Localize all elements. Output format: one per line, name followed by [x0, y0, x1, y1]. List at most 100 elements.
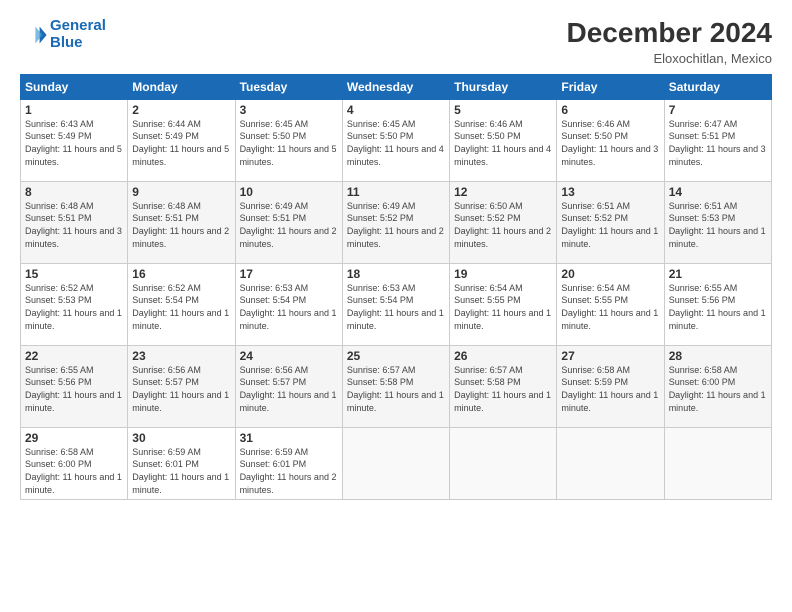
day-info: Sunrise: 6:55 AMSunset: 5:56 PMDaylight:… — [669, 282, 767, 332]
day-number: 20 — [561, 267, 659, 281]
day-number: 26 — [454, 349, 552, 363]
day-number: 15 — [25, 267, 123, 281]
calendar-week-row: 1Sunrise: 6:43 AMSunset: 5:49 PMDaylight… — [21, 99, 772, 181]
day-number: 6 — [561, 103, 659, 117]
day-info: Sunrise: 6:49 AMSunset: 5:51 PMDaylight:… — [240, 200, 338, 250]
calendar-cell: 27Sunrise: 6:58 AMSunset: 5:59 PMDayligh… — [557, 345, 664, 427]
calendar-cell: 15Sunrise: 6:52 AMSunset: 5:53 PMDayligh… — [21, 263, 128, 345]
day-number: 22 — [25, 349, 123, 363]
column-header-friday: Friday — [557, 74, 664, 99]
day-info: Sunrise: 6:57 AMSunset: 5:58 PMDaylight:… — [454, 364, 552, 414]
calendar-cell: 26Sunrise: 6:57 AMSunset: 5:58 PMDayligh… — [450, 345, 557, 427]
day-number: 11 — [347, 185, 445, 199]
day-number: 17 — [240, 267, 338, 281]
column-header-thursday: Thursday — [450, 74, 557, 99]
logo-line1: General — [50, 17, 106, 34]
calendar-header-row: SundayMondayTuesdayWednesdayThursdayFrid… — [21, 74, 772, 99]
calendar-cell — [450, 427, 557, 499]
day-info: Sunrise: 6:51 AMSunset: 5:53 PMDaylight:… — [669, 200, 767, 250]
day-info: Sunrise: 6:43 AMSunset: 5:49 PMDaylight:… — [25, 118, 123, 168]
day-info: Sunrise: 6:56 AMSunset: 5:57 PMDaylight:… — [132, 364, 230, 414]
calendar-cell: 4Sunrise: 6:45 AMSunset: 5:50 PMDaylight… — [342, 99, 449, 181]
day-info: Sunrise: 6:54 AMSunset: 5:55 PMDaylight:… — [561, 282, 659, 332]
day-number: 3 — [240, 103, 338, 117]
day-number: 10 — [240, 185, 338, 199]
calendar-cell: 5Sunrise: 6:46 AMSunset: 5:50 PMDaylight… — [450, 99, 557, 181]
day-info: Sunrise: 6:58 AMSunset: 6:00 PMDaylight:… — [669, 364, 767, 414]
day-number: 18 — [347, 267, 445, 281]
calendar-cell: 13Sunrise: 6:51 AMSunset: 5:52 PMDayligh… — [557, 181, 664, 263]
page: General Blue December 2024 Eloxochitlan,… — [0, 0, 792, 612]
day-info: Sunrise: 6:58 AMSunset: 6:00 PMDaylight:… — [25, 446, 123, 496]
calendar-cell: 3Sunrise: 6:45 AMSunset: 5:50 PMDaylight… — [235, 99, 342, 181]
day-number: 31 — [240, 431, 338, 445]
calendar-week-row: 29Sunrise: 6:58 AMSunset: 6:00 PMDayligh… — [21, 427, 772, 499]
calendar-cell — [664, 427, 771, 499]
calendar-cell: 24Sunrise: 6:56 AMSunset: 5:57 PMDayligh… — [235, 345, 342, 427]
calendar-cell: 2Sunrise: 6:44 AMSunset: 5:49 PMDaylight… — [128, 99, 235, 181]
calendar-cell: 8Sunrise: 6:48 AMSunset: 5:51 PMDaylight… — [21, 181, 128, 263]
day-info: Sunrise: 6:56 AMSunset: 5:57 PMDaylight:… — [240, 364, 338, 414]
calendar-cell: 21Sunrise: 6:55 AMSunset: 5:56 PMDayligh… — [664, 263, 771, 345]
calendar-cell: 30Sunrise: 6:59 AMSunset: 6:01 PMDayligh… — [128, 427, 235, 499]
title-block: December 2024 Eloxochitlan, Mexico — [567, 18, 772, 66]
day-number: 25 — [347, 349, 445, 363]
logo-icon — [20, 21, 48, 49]
column-header-monday: Monday — [128, 74, 235, 99]
calendar-cell: 10Sunrise: 6:49 AMSunset: 5:51 PMDayligh… — [235, 181, 342, 263]
day-info: Sunrise: 6:54 AMSunset: 5:55 PMDaylight:… — [454, 282, 552, 332]
day-number: 28 — [669, 349, 767, 363]
calendar-cell: 16Sunrise: 6:52 AMSunset: 5:54 PMDayligh… — [128, 263, 235, 345]
day-info: Sunrise: 6:48 AMSunset: 5:51 PMDaylight:… — [132, 200, 230, 250]
day-info: Sunrise: 6:51 AMSunset: 5:52 PMDaylight:… — [561, 200, 659, 250]
day-info: Sunrise: 6:58 AMSunset: 5:59 PMDaylight:… — [561, 364, 659, 414]
day-info: Sunrise: 6:49 AMSunset: 5:52 PMDaylight:… — [347, 200, 445, 250]
day-info: Sunrise: 6:53 AMSunset: 5:54 PMDaylight:… — [240, 282, 338, 332]
calendar-cell — [342, 427, 449, 499]
day-number: 2 — [132, 103, 230, 117]
column-header-saturday: Saturday — [664, 74, 771, 99]
day-info: Sunrise: 6:55 AMSunset: 5:56 PMDaylight:… — [25, 364, 123, 414]
day-info: Sunrise: 6:57 AMSunset: 5:58 PMDaylight:… — [347, 364, 445, 414]
day-number: 27 — [561, 349, 659, 363]
day-info: Sunrise: 6:45 AMSunset: 5:50 PMDaylight:… — [347, 118, 445, 168]
day-number: 29 — [25, 431, 123, 445]
day-info: Sunrise: 6:52 AMSunset: 5:53 PMDaylight:… — [25, 282, 123, 332]
calendar-cell: 9Sunrise: 6:48 AMSunset: 5:51 PMDaylight… — [128, 181, 235, 263]
calendar-cell: 23Sunrise: 6:56 AMSunset: 5:57 PMDayligh… — [128, 345, 235, 427]
calendar-cell: 22Sunrise: 6:55 AMSunset: 5:56 PMDayligh… — [21, 345, 128, 427]
day-info: Sunrise: 6:59 AMSunset: 6:01 PMDaylight:… — [132, 446, 230, 496]
calendar-cell: 20Sunrise: 6:54 AMSunset: 5:55 PMDayligh… — [557, 263, 664, 345]
day-info: Sunrise: 6:47 AMSunset: 5:51 PMDaylight:… — [669, 118, 767, 168]
calendar-cell: 14Sunrise: 6:51 AMSunset: 5:53 PMDayligh… — [664, 181, 771, 263]
calendar-cell: 19Sunrise: 6:54 AMSunset: 5:55 PMDayligh… — [450, 263, 557, 345]
calendar-cell: 12Sunrise: 6:50 AMSunset: 5:52 PMDayligh… — [450, 181, 557, 263]
day-number: 30 — [132, 431, 230, 445]
location-subtitle: Eloxochitlan, Mexico — [567, 51, 772, 66]
column-header-sunday: Sunday — [21, 74, 128, 99]
day-number: 13 — [561, 185, 659, 199]
day-number: 1 — [25, 103, 123, 117]
header: General Blue December 2024 Eloxochitlan,… — [20, 18, 772, 66]
day-number: 12 — [454, 185, 552, 199]
logo-line2: Blue — [50, 34, 83, 51]
day-number: 23 — [132, 349, 230, 363]
day-info: Sunrise: 6:48 AMSunset: 5:51 PMDaylight:… — [25, 200, 123, 250]
day-number: 24 — [240, 349, 338, 363]
day-info: Sunrise: 6:46 AMSunset: 5:50 PMDaylight:… — [561, 118, 659, 168]
logo: General Blue — [20, 18, 106, 51]
day-number: 14 — [669, 185, 767, 199]
day-info: Sunrise: 6:59 AMSunset: 6:01 PMDaylight:… — [240, 446, 338, 496]
calendar-cell: 25Sunrise: 6:57 AMSunset: 5:58 PMDayligh… — [342, 345, 449, 427]
day-number: 7 — [669, 103, 767, 117]
calendar-table: SundayMondayTuesdayWednesdayThursdayFrid… — [20, 74, 772, 500]
calendar-cell: 6Sunrise: 6:46 AMSunset: 5:50 PMDaylight… — [557, 99, 664, 181]
day-info: Sunrise: 6:52 AMSunset: 5:54 PMDaylight:… — [132, 282, 230, 332]
day-number: 9 — [132, 185, 230, 199]
calendar-cell: 7Sunrise: 6:47 AMSunset: 5:51 PMDaylight… — [664, 99, 771, 181]
day-info: Sunrise: 6:53 AMSunset: 5:54 PMDaylight:… — [347, 282, 445, 332]
day-number: 19 — [454, 267, 552, 281]
day-number: 4 — [347, 103, 445, 117]
column-header-wednesday: Wednesday — [342, 74, 449, 99]
day-number: 5 — [454, 103, 552, 117]
